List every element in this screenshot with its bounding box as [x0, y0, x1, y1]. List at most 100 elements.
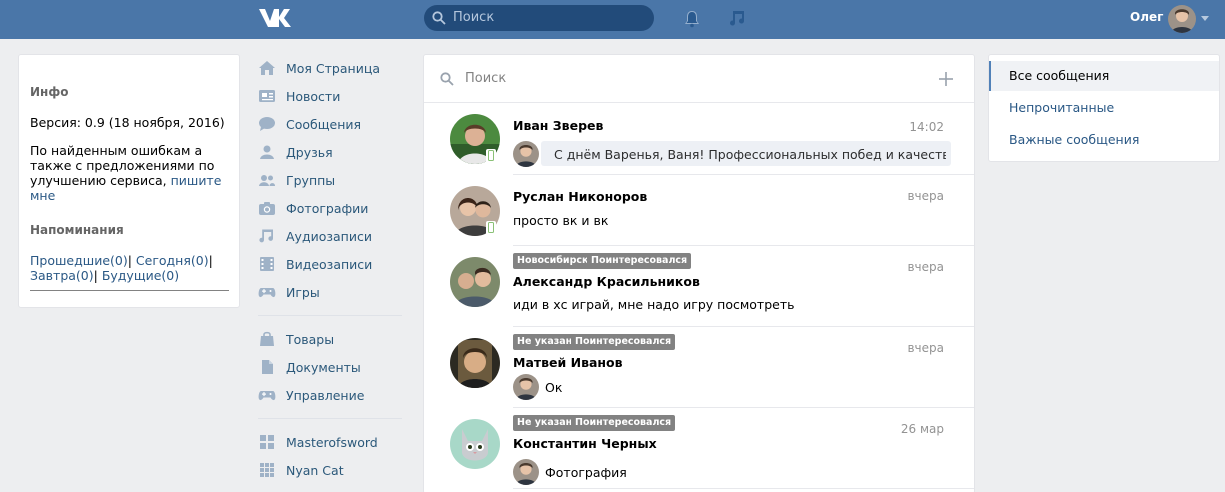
sidebar-item-friends[interactable]: Друзья — [256, 138, 406, 166]
dialog-name: Руслан Никоноров — [513, 189, 648, 204]
interest-tag: Поинтересовался — [587, 253, 692, 269]
sidebar-item-label: Аудиозаписи — [286, 228, 372, 244]
sidebar-item-my-page[interactable]: Моя Страница — [256, 54, 406, 82]
sidebar-item-label: Сообщения — [286, 116, 362, 132]
dialog-divider — [513, 488, 974, 489]
top-header: Поиск Олег — [0, 0, 1225, 39]
sidebar-item-masterofsword[interactable]: Masterofsword — [256, 428, 406, 456]
mobile-online-icon — [486, 149, 496, 163]
header-search-input[interactable]: Поиск — [424, 5, 654, 31]
dialogs-panel: Поиск Иван Зверев 14:02 С днём Варенья, … — [423, 54, 975, 492]
dialog-row[interactable]: Не указан Поинтересовался Константин Чер… — [424, 408, 974, 489]
menu-divider — [258, 315, 402, 316]
dialog-name: Константин Черных — [513, 436, 657, 451]
dialogs-search-placeholder: Поиск — [465, 71, 507, 86]
city-tag: Не указан — [513, 334, 577, 350]
dialog-row[interactable]: Не указан Поинтересовался Матвей Иванов … — [424, 327, 974, 408]
sidebar-item-label: Управление — [286, 387, 365, 403]
groups-icon — [259, 175, 275, 186]
filter-all-messages[interactable]: Все сообщения — [989, 61, 1219, 91]
header-user-name[interactable]: Олег — [1130, 10, 1163, 24]
apps-icon — [260, 435, 274, 449]
search-icon — [432, 11, 446, 25]
avatar — [513, 374, 539, 400]
home-icon — [259, 61, 275, 75]
dialog-time: 26 мар — [900, 422, 944, 436]
info-panel: Инфо Версия: 0.9 (18 ноября, 2016) По на… — [18, 54, 240, 308]
dialogs-search-input[interactable]: Поиск — [424, 55, 974, 103]
chevron-down-icon[interactable] — [1201, 16, 1209, 21]
dialog-time: вчера — [907, 260, 944, 274]
bugs-text: По найденным ошибкам а также с предложен… — [30, 143, 226, 203]
reminder-today-link[interactable]: Сегодня(0) — [136, 253, 209, 268]
avatar — [513, 459, 539, 485]
sidebar-item-news[interactable]: Новости — [256, 82, 406, 110]
vk-logo[interactable] — [258, 7, 294, 29]
dialog-time: 14:02 — [909, 120, 944, 134]
reminder-past-link[interactable]: Прошедшие(0) — [30, 253, 128, 268]
avatar[interactable] — [1168, 5, 1196, 33]
news-icon — [259, 90, 275, 102]
dialog-last-message: Ок — [545, 380, 563, 395]
dialog-name: Александр Красильников — [513, 274, 700, 289]
sidebar-item-label: Группы — [286, 172, 336, 188]
filter-unread[interactable]: Непрочитанные — [989, 93, 1219, 123]
sidebar-item-label: Masterofsword — [286, 434, 378, 450]
sidebar-item-label: Фотографии — [286, 200, 369, 216]
header-search-placeholder: Поиск — [453, 10, 495, 25]
dialog-filter-menu: Все сообщения Непрочитанные Важные сообщ… — [988, 54, 1220, 162]
dialog-row[interactable]: Новосибирск Поинтересовался Александр Кр… — [424, 246, 974, 327]
dialog-name: Матвей Иванов — [513, 355, 623, 370]
mobile-online-icon — [486, 221, 496, 235]
version-text: Версия: 0.9 (18 ноября, 2016) — [30, 115, 225, 130]
dialog-time: вчера — [907, 189, 944, 203]
bag-icon — [260, 331, 274, 346]
dialog-last-message: иди в хс играй, мне надо игру посмотреть — [513, 297, 795, 312]
avatar — [450, 419, 500, 469]
music-icon[interactable] — [728, 9, 748, 29]
menu-divider — [258, 418, 402, 419]
avatar — [450, 257, 500, 307]
sidebar-item-video[interactable]: Видеозаписи — [256, 250, 406, 278]
reminder-future-link[interactable]: Будущие(0) — [102, 268, 179, 283]
reminders-title: Напоминания — [30, 223, 124, 237]
interest-tag: Поинтересовался — [571, 415, 676, 431]
city-tag: Новосибирск — [513, 253, 593, 269]
messages-icon — [259, 117, 275, 131]
sidebar-item-label: Друзья — [286, 144, 333, 160]
sidebar-item-nyan-cat[interactable]: Nyan Cat — [256, 456, 406, 484]
sidebar-item-groups[interactable]: Группы — [256, 166, 406, 194]
dialog-time: вчера — [907, 341, 944, 355]
sidebar-item-management[interactable]: Управление — [256, 381, 406, 409]
sidebar-item-label: Товары — [286, 331, 335, 347]
dialog-row[interactable]: Иван Зверев 14:02 С днём Варенья, Ваня! … — [424, 103, 974, 175]
city-tag: Не указан — [513, 415, 577, 431]
dialog-row[interactable]: Руслан Никоноров вчера просто вк и вк — [424, 175, 974, 246]
sidebar-item-goods[interactable]: Товары — [256, 325, 406, 353]
sidebar-item-documents[interactable]: Документы — [256, 353, 406, 381]
sidebar-item-label: Игры — [286, 284, 320, 300]
music-icon — [259, 229, 274, 243]
new-message-plus-icon[interactable] — [938, 71, 954, 87]
sidebar-item-messages[interactable]: Сообщения — [256, 110, 406, 138]
apps-grid-icon — [260, 463, 274, 477]
bell-icon[interactable] — [682, 9, 702, 29]
sidebar-item-photos[interactable]: Фотографии — [256, 194, 406, 222]
reminder-tomorrow-link[interactable]: Завтра(0) — [30, 268, 94, 283]
document-icon — [262, 360, 273, 374]
filter-important[interactable]: Важные сообщения — [989, 125, 1219, 155]
sidebar-item-label: Видеозаписи — [286, 256, 373, 272]
interest-tag: Поинтересовался — [571, 334, 676, 350]
dialog-last-message: просто вк и вк — [513, 213, 609, 228]
sidebar-item-audio[interactable]: Аудиозаписи — [256, 222, 406, 250]
info-title: Инфо — [30, 85, 69, 99]
info-divider — [30, 290, 229, 291]
gamepad-icon — [258, 391, 276, 401]
dialog-name: Иван Зверев — [513, 118, 604, 133]
search-icon — [440, 72, 454, 86]
photo-attachment-link[interactable]: Фотография — [545, 465, 627, 480]
camera-icon — [259, 202, 275, 215]
gamepad-icon — [258, 288, 276, 298]
avatar — [450, 338, 500, 388]
sidebar-item-games[interactable]: Игры — [256, 278, 406, 306]
